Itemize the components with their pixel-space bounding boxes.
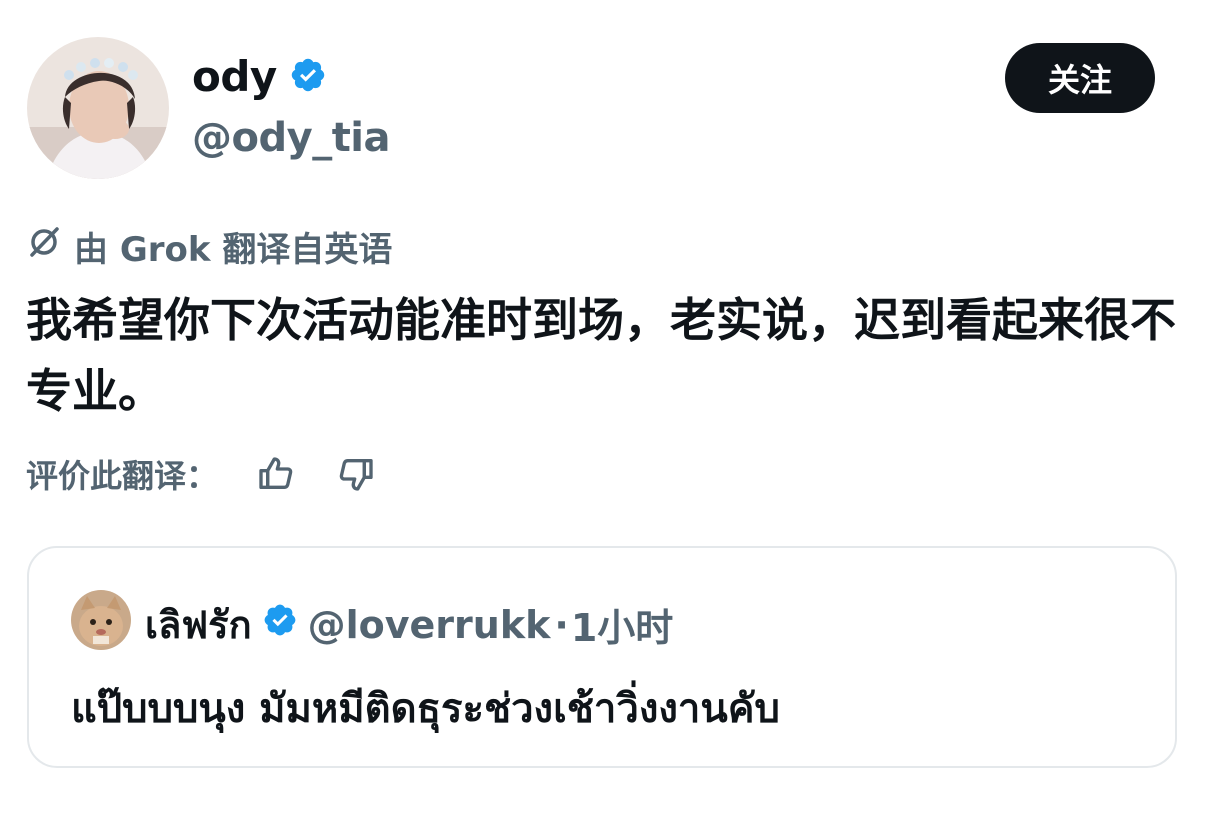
- rate-translation-label: 评价此翻译：: [26, 457, 219, 495]
- author-handle[interactable]: @ody_tia: [192, 115, 391, 161]
- quoted-verified-badge-icon: [262, 602, 298, 647]
- thumbs-down-icon[interactable]: [332, 450, 380, 498]
- author-name-row: ody: [192, 52, 327, 101]
- quoted-tweet-card[interactable]: เลิฟรัก @loverrukk · 1小时 แป๊บบบนุง มัมหม…: [27, 546, 1177, 768]
- grok-icon: [26, 224, 62, 269]
- quoted-timestamp[interactable]: 1小时: [571, 597, 673, 652]
- tweet-text: 我希望你下次活动能准时到场，老实说，迟到看起来很不专业。: [26, 293, 1176, 418]
- author-display-name[interactable]: ody: [192, 52, 277, 101]
- translation-notice[interactable]: 由 Grok 翻译自英语: [26, 222, 392, 271]
- author-avatar[interactable]: [27, 37, 169, 179]
- translation-label: 由 Grok 翻译自英语: [74, 230, 393, 270]
- thumbs-up-icon[interactable]: [252, 450, 300, 498]
- rate-translation-row: 评价此翻译：: [26, 450, 380, 498]
- verified-badge-icon: [289, 56, 327, 98]
- quoted-header: เลิฟรัก @loverrukk · 1小时: [145, 594, 673, 655]
- quoted-handle[interactable]: @loverrukk: [308, 603, 551, 647]
- follow-button[interactable]: 关注: [1005, 43, 1155, 113]
- quoted-tweet-text: แป๊บบบนุง มัมหมีติดธุระช่วงเช้าวิ่งงานคั…: [71, 686, 780, 732]
- quoted-author-avatar[interactable]: [71, 590, 131, 650]
- quoted-display-name[interactable]: เลิฟรัก: [145, 594, 252, 655]
- quoted-separator: ·: [554, 602, 569, 647]
